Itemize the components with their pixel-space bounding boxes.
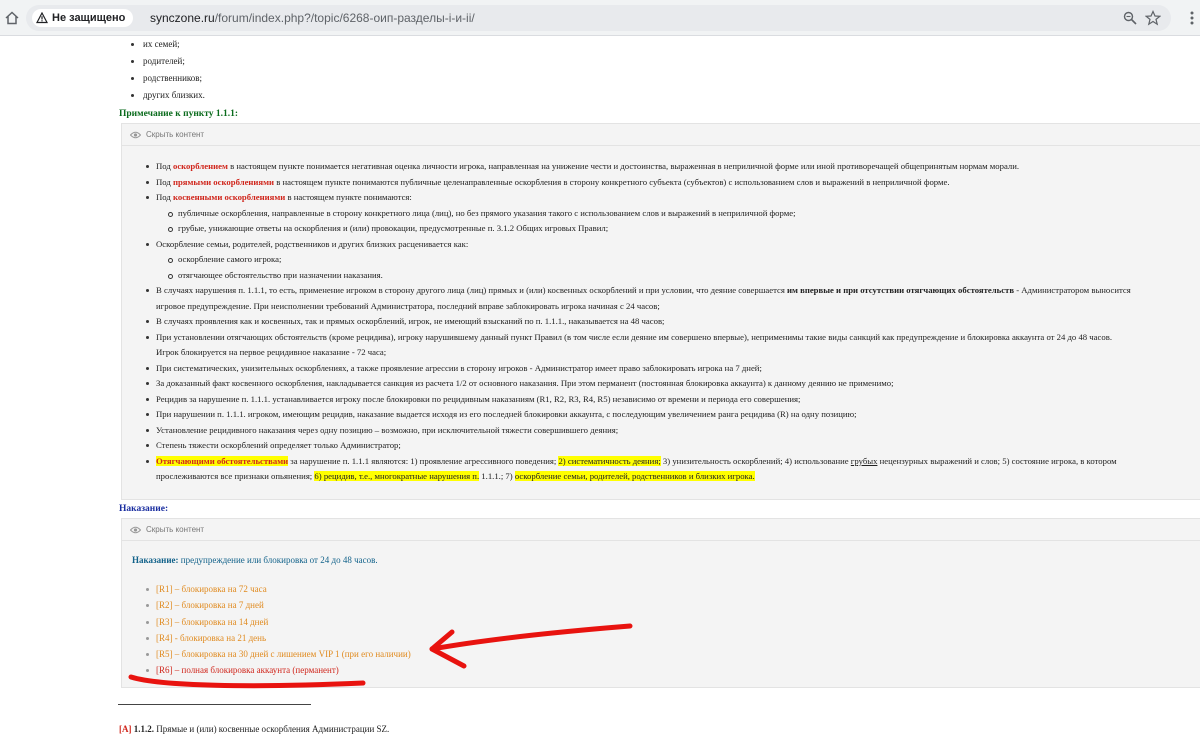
rank-item: [R2] – блокировка на 7 дней xyxy=(146,597,411,613)
list-item: Под прямыми оскорблениями в настоящем пу… xyxy=(144,175,1200,191)
note-heading: Примечание к пункту 1.1.1: xyxy=(119,109,239,119)
list-item: Установление рецидивного наказания через… xyxy=(144,423,1200,439)
list-item: При установлении отягчающих обстоятельст… xyxy=(144,330,1200,346)
term-aggravating: Отягчающими обстоятельствами xyxy=(156,455,289,466)
list-item: их семей; xyxy=(131,36,205,53)
list-item: За доказанный факт косвенного оскорблени… xyxy=(144,376,1200,392)
relatives-list: их семей; родителей; родственников; друг… xyxy=(131,36,205,104)
list-item: Под косвенными оскорблениями в настоящем… xyxy=(144,190,1200,206)
list-item: Рецидив за нарушение п. 1.1.1. устанавли… xyxy=(144,392,1200,408)
list-item: других близких. xyxy=(131,87,205,104)
highlight: 2) систематичность деяния; xyxy=(558,455,661,466)
divider xyxy=(118,704,311,705)
term-indirect-insults: косвенными оскорблениями xyxy=(172,192,286,202)
url-path: /forum/index.php?/topic/6268-оип-разделы… xyxy=(214,11,475,25)
sub-list-item: отягчающее обстоятельство при назначении… xyxy=(144,268,1200,284)
browser-toolbar: Не защищено synczone.ru/forum/index.php?… xyxy=(0,0,1200,36)
warning-icon xyxy=(36,12,48,24)
eye-icon xyxy=(130,526,141,533)
highlight: оскорбление семьи, родителей, родственни… xyxy=(514,471,755,481)
list-item: Отягчающими обстоятельствами за нарушени… xyxy=(144,454,1200,470)
punishment-heading: Наказание: xyxy=(119,504,169,514)
punishment-summary: Наказание: предупреждение или блокировка… xyxy=(132,555,378,565)
note-items: Под оскорблением в настоящем пункте пони… xyxy=(144,159,1200,485)
hide-content-label: Скрыть контент xyxy=(146,130,205,139)
punishment-spoiler: Скрыть контент Наказание: предупреждение… xyxy=(121,518,1200,688)
next-rule: [A] 1.1.2. Прямые и (или) косвенные оско… xyxy=(119,724,390,734)
security-label: Не защищено xyxy=(52,12,126,24)
home-icon[interactable] xyxy=(4,10,20,26)
sub-list-item: оскорбление самого игрока; xyxy=(144,252,1200,268)
list-item-continuation: Игрок блокируется на первое рецидивное н… xyxy=(156,347,387,357)
term-direct-insults: прямыми оскорблениями xyxy=(172,176,275,187)
url-host: synczone.ru xyxy=(150,11,215,25)
sub-list-item: грубые, унижающие ответы на оскорбления … xyxy=(144,221,1200,237)
zoom-icon[interactable] xyxy=(1123,11,1137,25)
list-item: При нарушении п. 1.1.1. игроком, имеющим… xyxy=(144,407,1200,423)
list-item-continuation: игровое предупреждение. При неисполнении… xyxy=(156,300,660,311)
star-icon[interactable] xyxy=(1145,10,1161,26)
menu-icon[interactable] xyxy=(1190,10,1194,26)
list-item: родителей; xyxy=(131,53,205,70)
note-spoiler: Скрыть контент Под оскорблением в настоя… xyxy=(121,123,1200,500)
list-item: Оскорбление семьи, родителей, родственни… xyxy=(144,237,1200,253)
rank-item: [R1] – блокировка на 72 часа xyxy=(146,581,411,597)
eye-icon xyxy=(130,131,141,138)
url-text[interactable]: synczone.ru/forum/index.php?/topic/6268-… xyxy=(150,11,475,25)
list-item: Под оскорблением в настоящем пункте пони… xyxy=(144,159,1200,175)
sub-list-item: публичные оскорбления, направленные в ст… xyxy=(144,206,1200,222)
recidive-ranks: [R1] – блокировка на 72 часа [R2] – блок… xyxy=(146,581,411,679)
rank-item: [R6] – полная блокировка аккаунта (перма… xyxy=(146,662,411,678)
hide-content-toggle[interactable]: Скрыть контент xyxy=(122,519,1200,541)
security-chip[interactable]: Не защищено xyxy=(32,9,134,27)
rank-item: [R4] - блокировка на 21 день xyxy=(146,630,411,646)
term-insult: оскорблением xyxy=(172,161,228,171)
list-item: родственников; xyxy=(131,70,205,87)
rank-item: [R5] – блокировка на 30 дней с лишением … xyxy=(146,646,411,662)
address-bar[interactable]: Не защищено synczone.ru/forum/index.php?… xyxy=(26,5,1171,31)
hide-content-toggle[interactable]: Скрыть контент xyxy=(122,124,1200,146)
highlight: 6) рецидив, т.е., многократные нарушения… xyxy=(314,471,480,481)
hide-content-label: Скрыть контент xyxy=(146,525,205,534)
page-content: их семей; родителей; родственников; друг… xyxy=(0,36,1200,754)
list-item: Степень тяжести оскорблений определяет т… xyxy=(144,438,1200,454)
list-item: В случаях проявления как и косвенных, та… xyxy=(144,314,1200,330)
list-item: В случаях нарушения п. 1.1.1, то есть, п… xyxy=(144,283,1200,299)
rank-item: [R3] – блокировка на 14 дней xyxy=(146,614,411,630)
list-item: При систематических, унизительных оскорб… xyxy=(144,361,1200,377)
list-item-continuation: прослеживаются все признаки опьянения; 6… xyxy=(156,471,755,481)
